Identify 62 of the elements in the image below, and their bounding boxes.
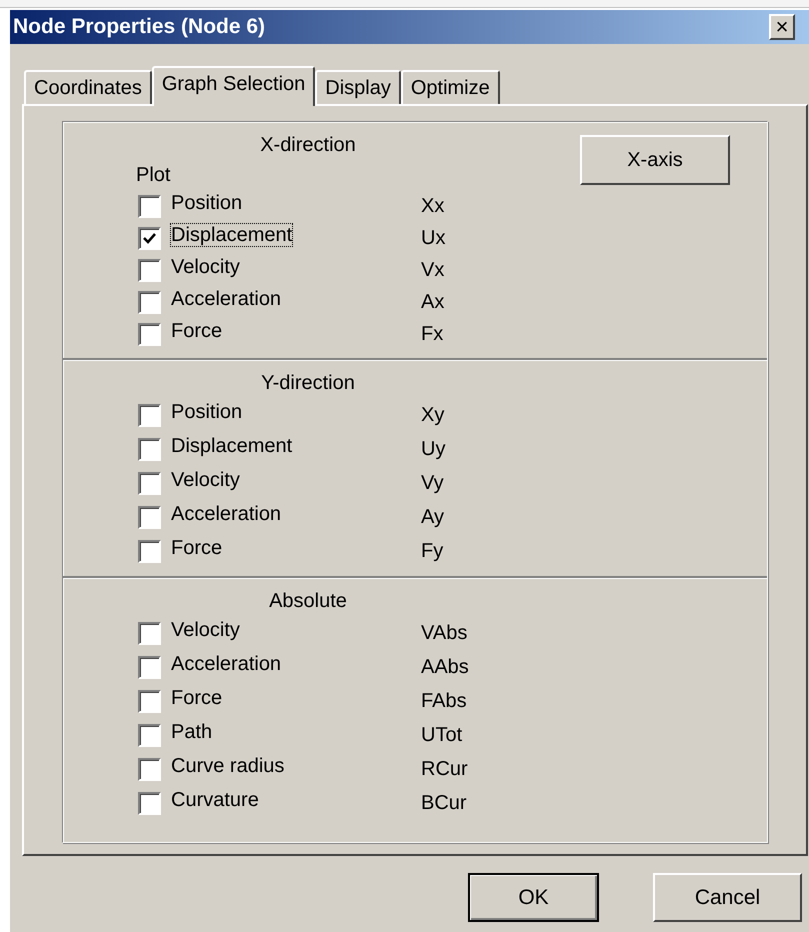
dialog-button[interactable]: OK	[468, 873, 599, 922]
checkbox[interactable]	[138, 622, 161, 644]
tab[interactable]: Coordinates	[24, 70, 152, 104]
checkbox-label[interactable]: Velocity	[171, 468, 411, 492]
variable-code: Ay	[421, 505, 444, 530]
checkbox-label[interactable]: Acceleration	[171, 652, 411, 676]
variable-code: Fy	[421, 539, 444, 564]
checkbox[interactable]	[138, 404, 161, 426]
checkbox[interactable]	[138, 540, 161, 562]
checkbox-label[interactable]: Curve radius	[171, 754, 411, 778]
checkbox-label[interactable]: Position	[171, 400, 411, 424]
variable-code: Ax	[421, 290, 444, 315]
checkbox-label[interactable]: Velocity	[171, 255, 411, 279]
checkbox[interactable]	[138, 758, 161, 780]
dialog-button[interactable]: Cancel	[653, 873, 802, 922]
tab[interactable]: Optimize	[400, 70, 500, 104]
checkbox[interactable]	[138, 194, 161, 218]
close-button[interactable]: ×	[769, 14, 795, 40]
checkbox[interactable]	[138, 226, 161, 250]
checkbox[interactable]	[138, 290, 161, 314]
variable-code: FAbs	[421, 689, 467, 714]
checkbox[interactable]	[138, 506, 161, 528]
x-axis-button[interactable]: X-axis	[580, 135, 730, 185]
checkbox[interactable]	[138, 472, 161, 494]
section-title: Absolute	[269, 590, 347, 612]
checkbox[interactable]	[138, 690, 161, 712]
checkbox-label[interactable]: Path	[171, 720, 411, 744]
variable-code: Xx	[421, 194, 444, 219]
section-title: X-direction	[260, 134, 356, 156]
checkbox-label[interactable]: Acceleration	[171, 287, 411, 311]
tab[interactable]: Display	[315, 70, 401, 104]
checkbox[interactable]	[138, 258, 161, 282]
checkbox-label[interactable]: Displacement	[171, 434, 411, 458]
variable-code: AAbs	[421, 655, 469, 680]
section-title: Y-direction	[261, 372, 355, 394]
variable-code: UTot	[421, 723, 462, 748]
checkbox-label[interactable]: Force	[171, 536, 411, 560]
variable-code: Vy	[421, 471, 444, 496]
variable-code: VAbs	[421, 621, 468, 646]
tab[interactable]: Graph Selection	[152, 66, 316, 106]
variable-code: Vx	[421, 258, 444, 283]
checkbox-label[interactable]: Position	[171, 191, 411, 215]
checkbox[interactable]	[138, 656, 161, 678]
variable-code: Fx	[421, 322, 444, 347]
checkbox[interactable]	[138, 724, 161, 746]
checkbox-label[interactable]: Velocity	[171, 618, 411, 642]
checkbox-label[interactable]: Curvature	[171, 788, 411, 812]
variable-code: BCur	[421, 791, 467, 816]
check-icon	[143, 232, 156, 244]
variable-code: Ux	[421, 226, 446, 251]
checkbox[interactable]	[138, 322, 161, 346]
window-title: Node Properties (Node 6)	[13, 14, 266, 40]
checkbox-label[interactable]: Force	[171, 319, 411, 343]
checkbox[interactable]	[138, 792, 161, 814]
plot-label: Plot	[136, 163, 170, 188]
checkbox-label[interactable]: Displacement	[171, 223, 411, 247]
variable-code: Xy	[421, 403, 444, 428]
variable-code: RCur	[421, 757, 468, 782]
checkbox[interactable]	[138, 438, 161, 460]
checkbox-label[interactable]: Force	[171, 686, 411, 710]
variable-code: Uy	[421, 437, 446, 462]
checkbox-label[interactable]: Acceleration	[171, 502, 411, 526]
